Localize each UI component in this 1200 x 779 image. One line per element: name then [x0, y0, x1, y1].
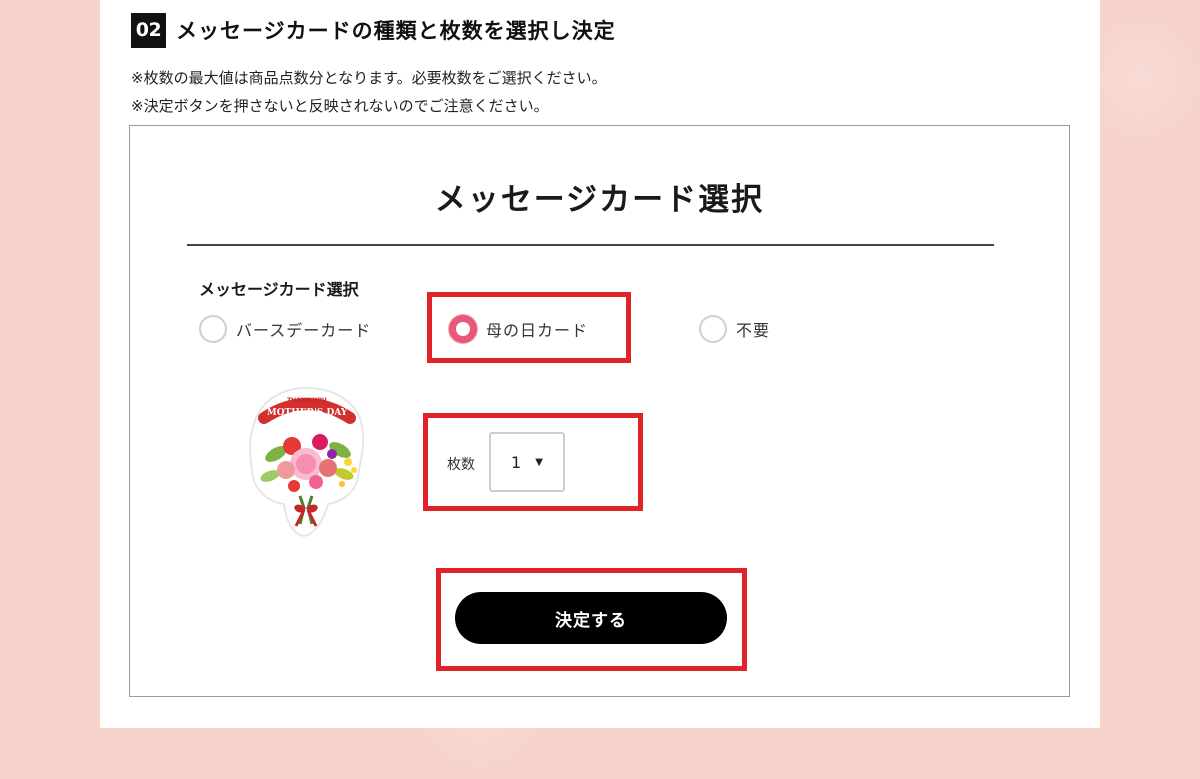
notes: ※枚数の最大値は商品点数分となります。必要枚数をご選択ください。 ※決定ボタンを…: [131, 64, 607, 120]
quantity-label: 枚数: [447, 457, 475, 473]
mothers-day-card-image: THANK YOU MOTHER'S DAY: [249, 386, 365, 538]
dialog-title: メッセージカード選択: [434, 182, 765, 218]
radio-button-none[interactable]: [699, 315, 727, 343]
step-title: メッセージカードの種類と枚数を選択し決定: [176, 19, 616, 43]
note-press-decide: ※決定ボタンを押さないと反映されないのでご注意ください。: [131, 97, 549, 115]
card-text-thank-you: THANK YOU: [287, 397, 327, 404]
radio-label-mothers-day: 母の日カード: [486, 321, 589, 340]
radio-button-birthday[interactable]: [199, 315, 227, 343]
radio-label-birthday: バースデーカード: [236, 321, 372, 340]
radio-button-mothers-day[interactable]: [449, 315, 477, 343]
dropdown-arrow-icon: ▼: [535, 456, 543, 468]
card-select-label: メッセージカード選択: [199, 280, 359, 299]
message-card-dialog: メッセージカード選択 メッセージカード選択 バースデーカード 母の日カード 不要…: [129, 125, 1070, 697]
radio-option-none[interactable]: 不要: [699, 315, 770, 343]
step-number-badge: 02: [131, 12, 166, 48]
radio-option-mothers-day[interactable]: 母の日カード: [449, 315, 588, 343]
dialog-divider: [187, 244, 994, 246]
radio-label-none: 不要: [736, 321, 771, 340]
quantity-value: 1: [511, 452, 522, 472]
decide-button[interactable]: 決定する: [455, 592, 727, 644]
note-max-quantity: ※枚数の最大値は商品点数分となります。必要枚数をご選択ください。: [131, 69, 607, 87]
content-panel: 02 メッセージカードの種類と枚数を選択し決定 ※枚数の最大値は商品点数分となり…: [100, 0, 1100, 728]
step-header: 02 メッセージカードの種類と枚数を選択し決定: [131, 12, 616, 48]
radio-option-birthday[interactable]: バースデーカード: [199, 315, 371, 343]
card-text-mothers-day: MOTHER'S DAY: [267, 408, 348, 418]
quantity-select[interactable]: 1 ▼: [489, 432, 565, 492]
